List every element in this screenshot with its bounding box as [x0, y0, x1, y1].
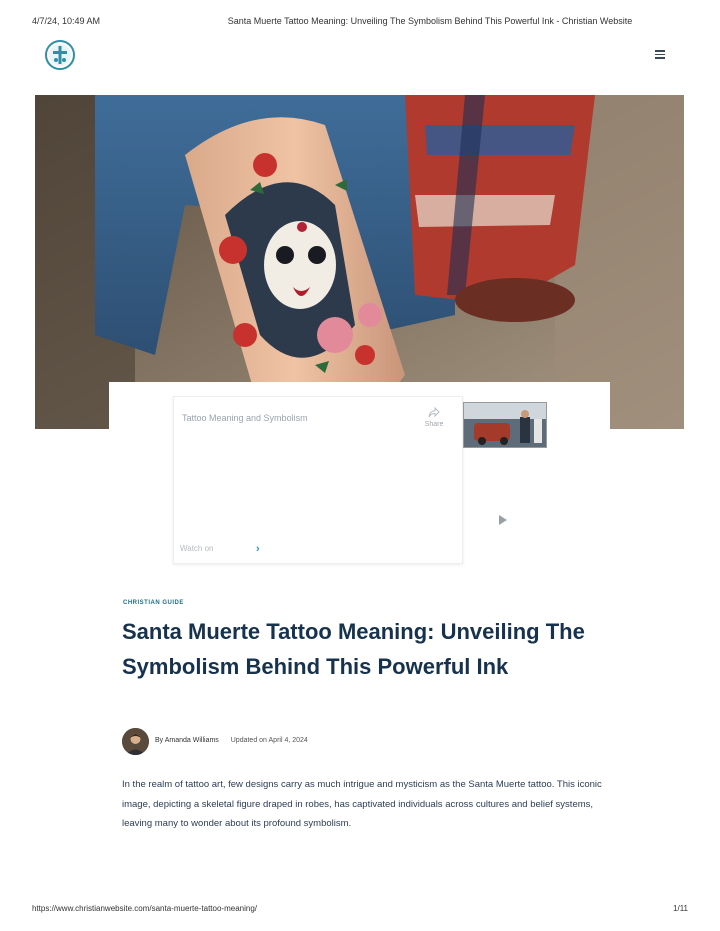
share-label: Share [424, 421, 444, 428]
author-name[interactable]: By Amanda Williams [155, 737, 219, 744]
video-title: Tattoo Meaning and Symbolism [182, 413, 308, 423]
video-player[interactable]: Tattoo Meaning and Symbolism Share Watch… [173, 396, 463, 564]
article-title: Santa Muerte Tattoo Meaning: Unveiling T… [122, 619, 585, 679]
updated-date: Updated on April 4, 2024 [230, 737, 308, 744]
hamburger-menu-icon[interactable] [655, 50, 667, 60]
category-link[interactable]: CHRISTIAN GUIDE [123, 600, 184, 606]
print-datetime: 4/7/24, 10:49 AM [32, 16, 101, 26]
print-url: https://www.christianwebsite.com/santa-m… [32, 904, 257, 913]
print-footer: https://www.christianwebsite.com/santa-m… [0, 904, 720, 918]
share-button[interactable]: Share [420, 407, 448, 428]
share-icon [428, 407, 440, 418]
page-number: 1/11 [673, 904, 688, 913]
print-header: 4/7/24, 10:49 AM Santa Muerte Tattoo Mea… [0, 16, 720, 30]
hero-image [35, 95, 684, 429]
video-card: Tattoo Meaning and Symbolism Share Watch… [109, 382, 610, 572]
play-next-icon[interactable] [499, 515, 508, 525]
byline: By Amanda Williams Updated on April 4, 2… [155, 737, 308, 744]
author-avatar[interactable] [122, 728, 149, 755]
watch-on-link[interactable]: Watch on [180, 544, 214, 553]
site-logo-icon[interactable] [45, 40, 75, 70]
print-doc-title: Santa Muerte Tattoo Meaning: Unveiling T… [227, 16, 633, 26]
video-thumbnail[interactable] [463, 402, 547, 448]
chevron-right-icon[interactable]: › [256, 543, 260, 555]
intro-paragraph: In the realm of tattoo art, few designs … [122, 779, 602, 829]
